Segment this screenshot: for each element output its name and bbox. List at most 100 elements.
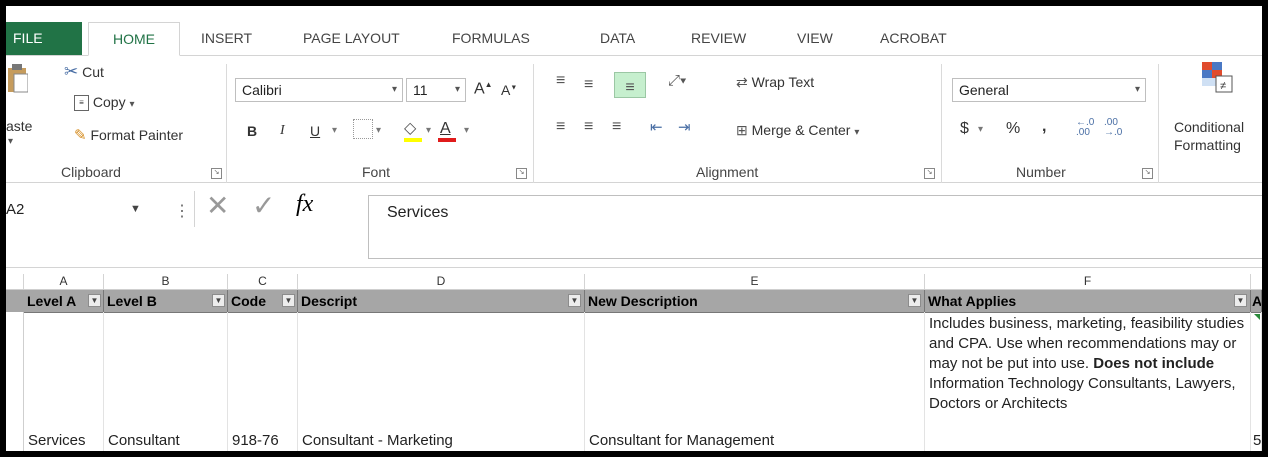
filter-dropdown-icon[interactable]: ▼ (908, 294, 921, 307)
italic-button[interactable]: I (280, 123, 285, 139)
filter-dropdown-icon[interactable]: ▼ (282, 294, 295, 307)
shrink-font-icon[interactable]: A▼ (501, 82, 517, 98)
header-label: Descript (301, 293, 358, 309)
column-header-b[interactable]: B (104, 274, 228, 289)
increase-decimal-icon[interactable]: ←.0.00 (1076, 118, 1094, 138)
filter-dropdown-icon[interactable]: ▼ (212, 294, 225, 307)
column-header-c[interactable]: C (228, 274, 298, 289)
number-format-select[interactable]: General ▾ (952, 78, 1146, 102)
underline-button[interactable]: U (310, 123, 320, 139)
tab-data[interactable]: DATA (600, 22, 635, 55)
cell-text: 918-76 (232, 432, 279, 449)
chevron-down-icon: ▾ (391, 84, 397, 95)
alignment-launcher-icon[interactable]: ↘ (924, 168, 935, 179)
fill-color-icon[interactable]: ◇ (404, 118, 416, 138)
font-color-icon[interactable]: A (440, 120, 451, 138)
tab-review[interactable]: REVIEW (691, 22, 746, 55)
column-headers: A B C D E F (6, 274, 1262, 290)
row-header[interactable] (6, 312, 24, 451)
align-middle-icon[interactable]: ≡ (584, 76, 593, 94)
tab-page-layout[interactable]: PAGE LAYOUT (303, 22, 400, 55)
paste-button[interactable] (6, 62, 36, 110)
select-all-corner[interactable] (6, 274, 24, 289)
tab-acrobat[interactable]: ACROBAT (880, 22, 947, 55)
conditional-formatting-button[interactable]: Conditional Formatting (1174, 118, 1244, 154)
chevron-down-icon[interactable]: ▾ (464, 125, 469, 136)
column-header-f[interactable]: F (925, 274, 1251, 289)
merge-center-button[interactable]: ⊞ Merge & Center ▾ (736, 122, 859, 139)
scissors-icon: ✂ (64, 62, 79, 81)
font-name-value: Calibri (242, 82, 282, 98)
insert-function-button[interactable]: fx (296, 191, 313, 218)
chevron-down-icon[interactable]: ▾ (376, 125, 381, 136)
chevron-down-icon[interactable]: ▼ (130, 203, 141, 215)
chevron-down-icon[interactable]: ▾ (978, 124, 983, 135)
bold-button[interactable]: B (247, 123, 257, 139)
tab-formulas[interactable]: FORMULAS (452, 22, 530, 55)
percent-button[interactable]: % (1006, 120, 1020, 138)
number-launcher-icon[interactable]: ↘ (1142, 168, 1153, 179)
cell-what-applies[interactable]: Includes business, marketing, feasibilit… (925, 312, 1251, 451)
wrap-text-button[interactable]: ⇄ Wrap Text (736, 74, 814, 91)
comma-button[interactable]: , (1042, 118, 1046, 136)
cell-new-description[interactable]: Consultant for Management (585, 312, 925, 451)
chevron-down-icon[interactable]: ▾ (426, 125, 431, 136)
wrap-text-label: Wrap Text (751, 74, 815, 90)
column-header-e[interactable]: E (585, 274, 925, 289)
align-left-icon[interactable]: ≡ (556, 118, 565, 136)
cell-code[interactable]: 918-76 (228, 312, 298, 451)
paste-label[interactable]: aste (6, 118, 32, 134)
tab-file[interactable]: FILE (6, 22, 82, 55)
filter-dropdown-icon[interactable]: ▼ (88, 294, 101, 307)
clipboard-group-label: Clipboard (61, 164, 121, 180)
cell-descript[interactable]: Consultant - Marketing (298, 312, 585, 451)
font-launcher-icon[interactable]: ↘ (516, 168, 527, 179)
cell-text: Consultant (108, 432, 180, 449)
conditional-formatting-icon[interactable]: ≠ (1200, 60, 1234, 97)
grow-font-icon[interactable]: A▲ (474, 80, 493, 98)
decrease-indent-icon[interactable]: ⇤ (650, 118, 663, 136)
decrease-decimal-icon[interactable]: .00 →.0 (1104, 118, 1122, 138)
align-right-icon[interactable]: ≡ (612, 118, 621, 136)
format-painter-button[interactable]: ✎ Format Painter (74, 126, 183, 144)
enter-icon[interactable]: ✓ (252, 189, 275, 222)
font-size-select[interactable]: 11 ▾ (406, 78, 466, 102)
table-row: Services Consultant 918-76 Consultant - … (6, 312, 1262, 451)
align-top-icon[interactable]: ≡ (556, 72, 565, 90)
align-bottom-icon[interactable]: ≡ (614, 72, 646, 98)
formula-input[interactable]: Services (368, 195, 1262, 259)
copy-icon: ≡ (74, 95, 89, 112)
cell-level-a[interactable]: Services (24, 312, 104, 451)
font-name-select[interactable]: Calibri ▾ (235, 78, 403, 102)
cancel-icon[interactable]: ✕ (206, 189, 229, 222)
column-header-a[interactable]: A (24, 274, 104, 289)
orientation-icon[interactable]: ⤢▾ (668, 72, 686, 89)
copy-button[interactable]: ≡ Copy ▾ (74, 94, 135, 112)
chevron-down-icon[interactable]: ▾ (332, 125, 337, 136)
header-label: New Description (588, 293, 698, 309)
cut-button[interactable]: ✂ Cut (64, 62, 104, 82)
clipboard-launcher-icon[interactable]: ↘ (211, 168, 222, 179)
chevron-down-icon: ▾ (454, 84, 460, 95)
group-divider (941, 64, 942, 184)
name-box[interactable]: A2 (6, 195, 166, 225)
increase-indent-icon[interactable]: ⇥ (678, 118, 691, 136)
borders-icon[interactable] (353, 119, 373, 139)
tab-home[interactable]: HOME (88, 22, 180, 56)
chevron-down-icon[interactable]: ▾ (8, 136, 13, 147)
column-header-d[interactable]: D (298, 274, 585, 289)
header-descript: Descript ▼ (298, 290, 585, 312)
tab-view[interactable]: VIEW (797, 22, 833, 55)
header-label: What Applies (928, 293, 1017, 309)
alignment-group-label: Alignment (696, 164, 759, 180)
more-options-icon[interactable]: ⋮ (174, 201, 190, 221)
currency-button[interactable]: $ (960, 120, 969, 138)
filter-dropdown-icon[interactable]: ▼ (568, 294, 581, 307)
align-center-icon[interactable]: ≡ (584, 118, 593, 136)
format-painter-label: Format Painter (90, 127, 184, 143)
cell-level-b[interactable]: Consultant (104, 312, 228, 451)
cell-next-column[interactable]: 5 (1251, 312, 1262, 451)
filter-dropdown-icon[interactable]: ▼ (1234, 294, 1247, 307)
ribbon: aste ▾ ✂ Cut ≡ Copy ▾ ✎ Format Painter C… (6, 56, 1262, 184)
tab-insert[interactable]: INSERT (201, 22, 252, 55)
